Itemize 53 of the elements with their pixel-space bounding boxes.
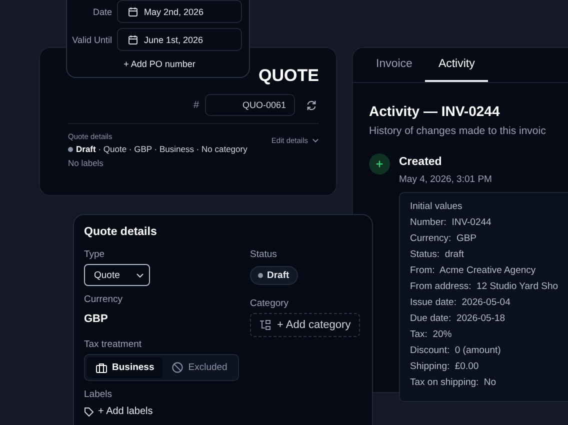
value-row-text: Currency: GBP [410,232,478,246]
chevron-down-icon [312,138,319,143]
event-title: Created [399,156,443,168]
value-row-text: From address: 12 Studio Yard Sho [410,280,560,294]
plus-icon [369,151,390,177]
value-row-text: Issue date: 2026-05-04 [410,296,512,310]
currency-value: GBP [84,313,108,325]
quote-number-field[interactable]: QUO-0061 [205,94,295,116]
tax-option[interactable]: Excluded [163,357,236,378]
value-row-text: Tax on shipping: No [410,376,498,390]
field-label: Labels [84,389,112,400]
field-label: Valid Until [71,34,112,44]
activity-subheading: History of changes made to this invoic [369,125,547,137]
field-label: Category [250,298,289,309]
calendar-icon [128,6,138,16]
tax-option[interactable]: Business [87,357,164,378]
status-dot-icon [68,146,73,152]
activity-heading: Activity — INV-0244 [369,103,501,119]
type-select[interactable]: Quote [84,264,150,286]
value-row-text: Tax: 20% [410,328,453,342]
briefcase-icon [96,362,107,372]
tag-icon [84,406,94,416]
card-title: Quote details [84,226,158,238]
field-label: Currency [84,294,123,305]
calendar-icon [128,34,138,44]
event-time: May 4, 2026, 3:01 PM [399,174,493,185]
value-row-text: Number: INV-0244 [410,216,492,230]
chevron-down-icon [136,272,144,278]
value-row-text: Due date: 2026-05-18 [410,312,506,326]
blocked-icon [172,362,184,373]
field-label: Type [84,249,105,260]
category-icon [259,319,271,331]
refresh-icon[interactable] [306,100,317,110]
tab[interactable]: Activity [425,48,488,82]
document-title: QUOTE [258,66,319,86]
field-label: Status [250,249,277,260]
add-po-number-button[interactable]: + Add PO number [120,56,200,72]
add-category-button[interactable]: + Add category [250,313,360,337]
date-field[interactable]: May 2nd, 2026 [117,0,242,23]
add-labels-button[interactable]: + Add labels [84,404,153,419]
number-prefix: # [193,100,199,110]
value-row-text: Shipping: £0.00 [410,360,480,374]
labels-summary: No labels [68,158,104,168]
status-badge: Draft [250,266,298,285]
field-label: Date [92,6,112,16]
box-title: Initial values [410,200,464,214]
value-row-text: Discount: 0 (amount) [410,344,502,358]
tab[interactable]: Invoice [363,48,426,82]
date-field[interactable]: June 1st, 2026 [117,28,242,51]
value-row-text: Status: draft [410,248,465,262]
field-label: Tax treatment [84,339,142,350]
details-summary: Draft · Quote · GBP · Business · No category [76,144,248,154]
value-row-text: From: Acme Creative Agency [410,264,537,278]
